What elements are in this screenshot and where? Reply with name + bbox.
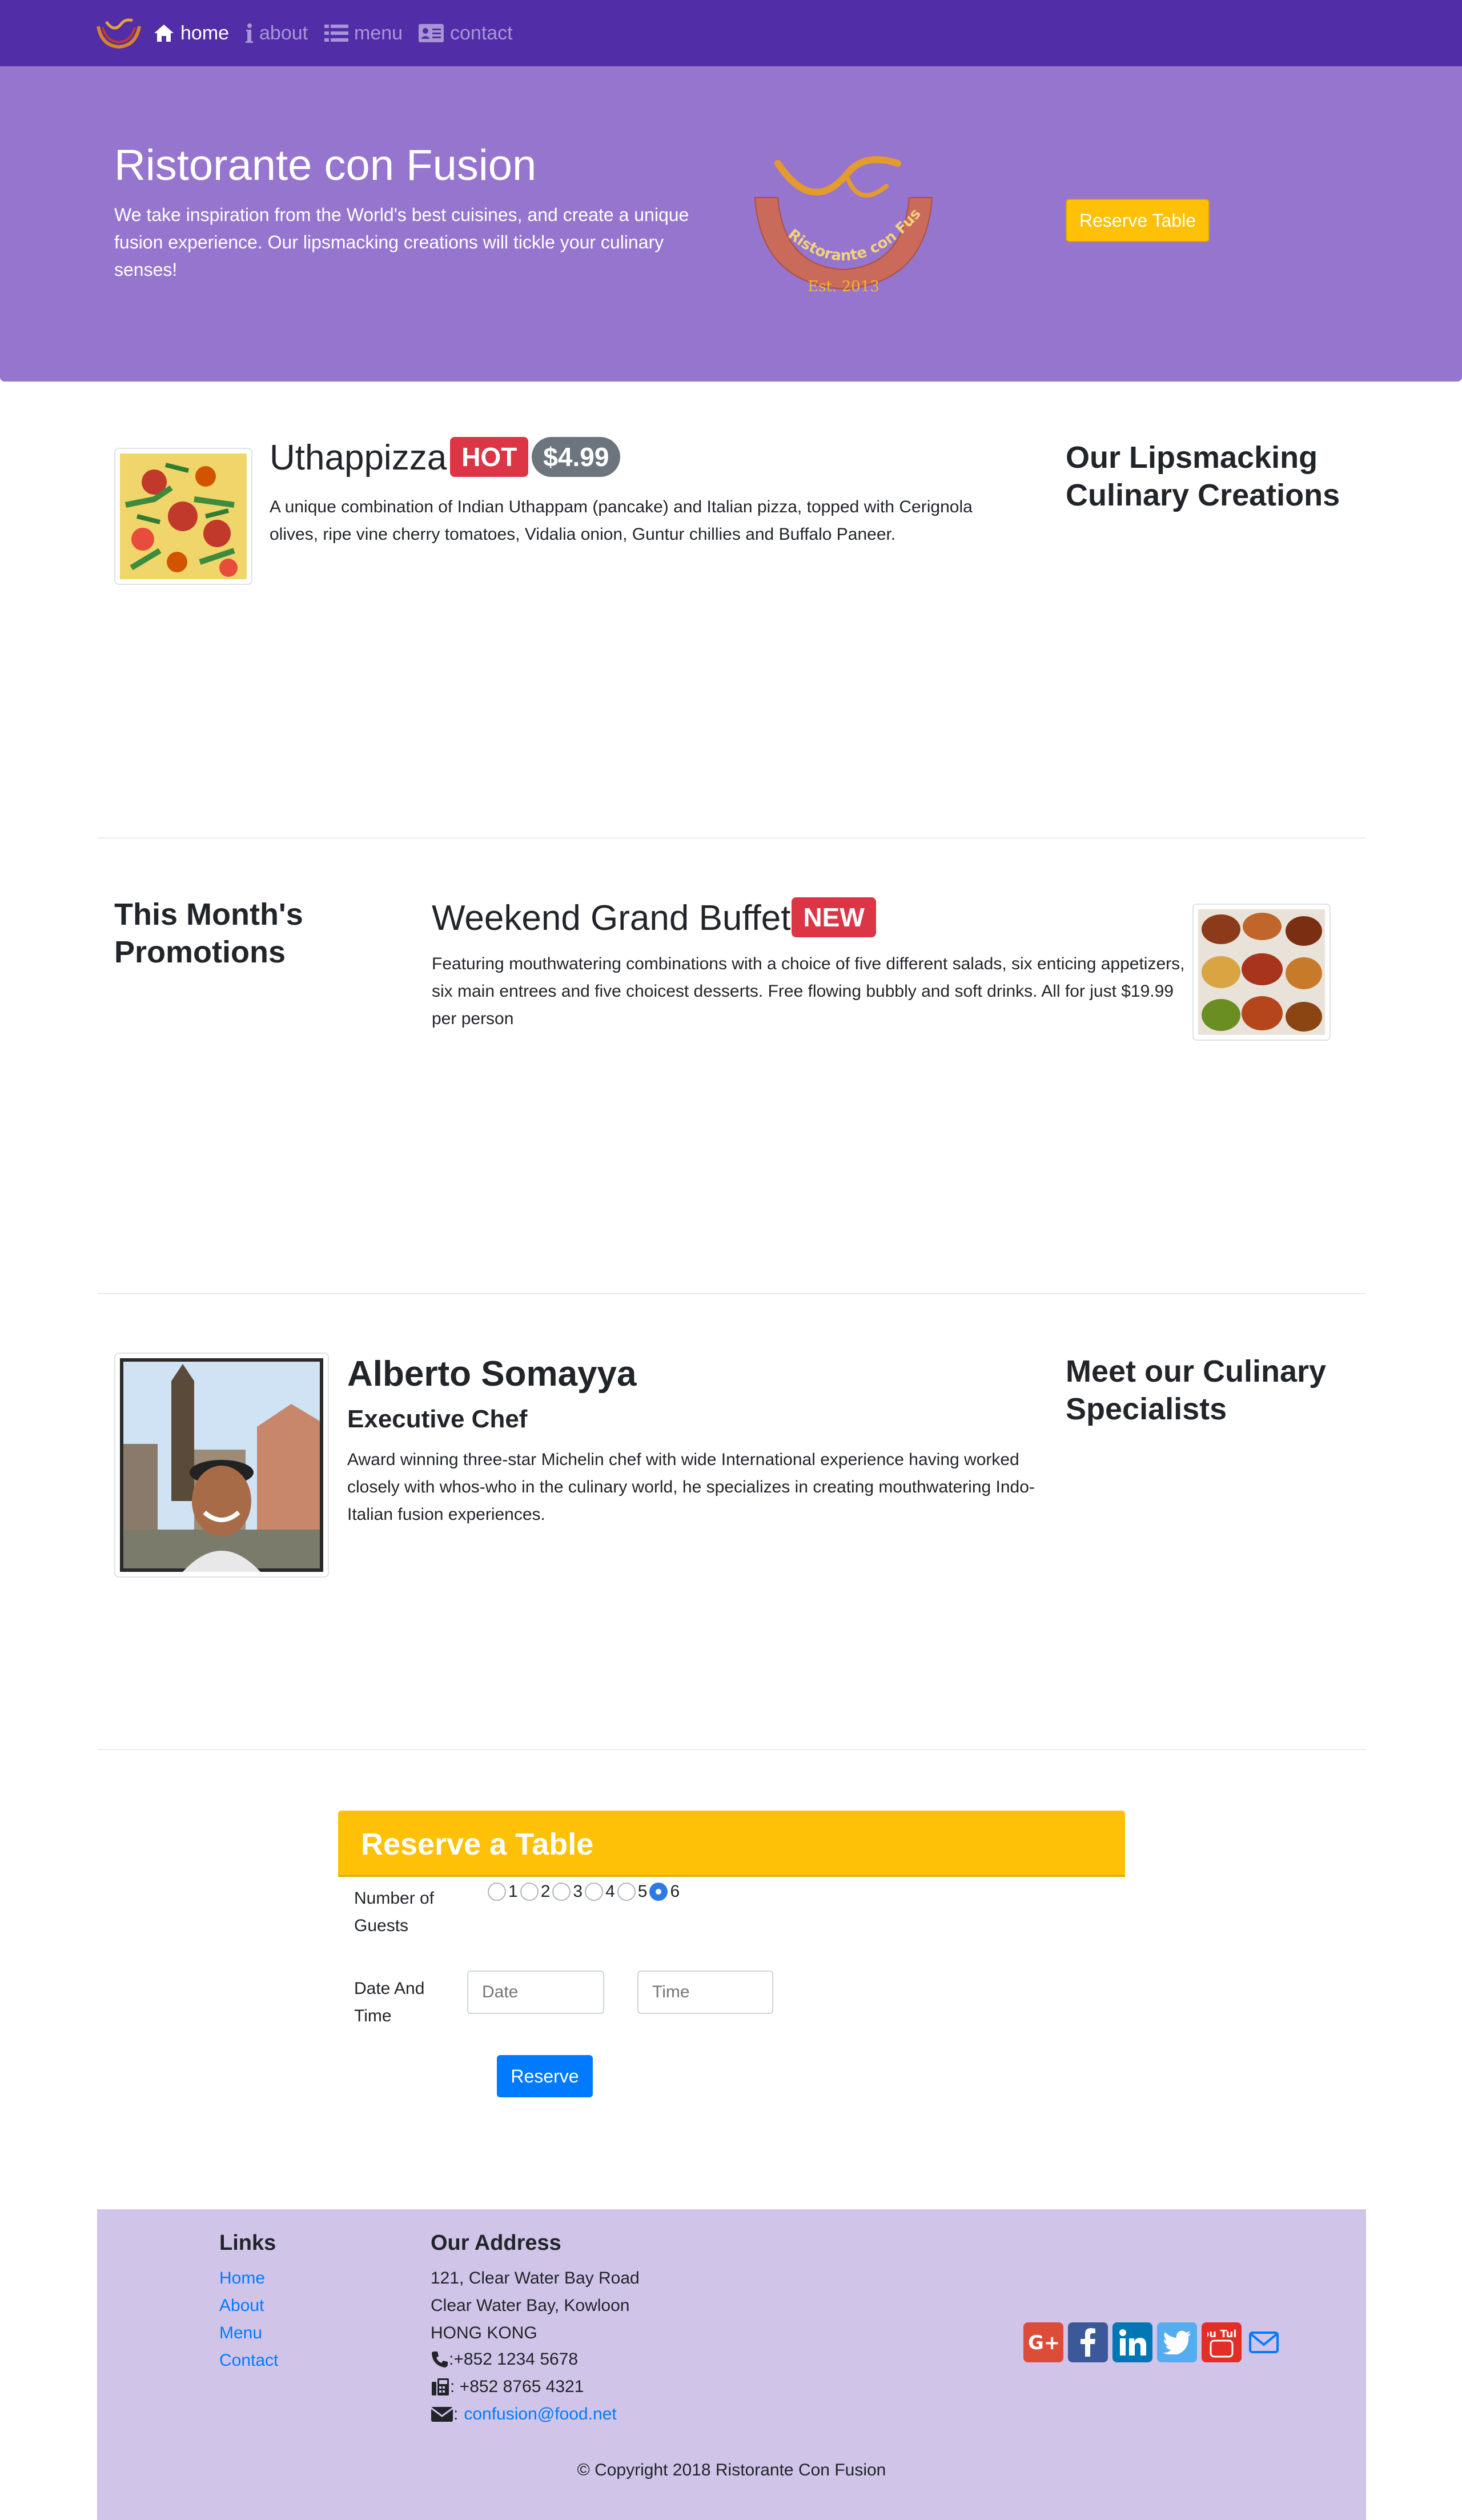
nav-about[interactable]: about — [244, 19, 308, 47]
footer-link-contact[interactable]: Contact — [219, 2351, 278, 2370]
list-icon — [324, 25, 348, 42]
footer-link-home[interactable]: Home — [219, 2269, 265, 2288]
guest-radio-5[interactable] — [617, 1883, 636, 1901]
leader-description: Award winning three-star Michelin chef w… — [347, 1450, 1035, 1524]
dish-image — [114, 448, 252, 585]
logo-icon[interactable] — [95, 16, 143, 51]
new-badge: NEW — [792, 897, 876, 937]
nav-about-label: about — [259, 22, 308, 44]
guest-option-label: 1 — [508, 1882, 518, 1901]
nav-home-label: home — [180, 22, 230, 44]
guest-option-label: 6 — [670, 1882, 680, 1901]
leader-name: Alberto Somayya — [347, 1354, 637, 1394]
promotion-name: Weekend Grand Buffet — [432, 898, 791, 938]
dish-section-heading: Our Lipsmacking Culinary Creations — [1066, 440, 1340, 512]
jumbotron: Ristorante con Fusion We take inspiratio… — [0, 66, 1462, 382]
date-input[interactable] — [467, 1971, 604, 2014]
fax-icon — [432, 2378, 449, 2395]
guest-option-label: 3 — [573, 1882, 583, 1901]
footer-links-heading: Links — [219, 2231, 276, 2255]
address-line-1: 121, Clear Water Bay Road — [431, 2269, 640, 2288]
chef-photo — [120, 1358, 323, 1572]
buffet-image — [1198, 909, 1325, 1035]
restaurant-logo: Ristorante con Fusion Est. 2013 — [744, 152, 933, 295]
nav-contact[interactable]: contact — [418, 19, 513, 47]
leader-section-heading: Meet our Culinary Specialists — [1066, 1354, 1327, 1426]
envelope-icon[interactable] — [1246, 2322, 1282, 2362]
nav-contact-label: contact — [450, 22, 513, 44]
footer-link-menu[interactable]: Menu — [219, 2324, 262, 2343]
dish-description: A unique combination of Indian Uthappam … — [270, 497, 973, 544]
dish-title: Uthappizza HOT $4.99 — [270, 436, 621, 480]
section-divider — [97, 1749, 1366, 1750]
nav-home[interactable]: home — [153, 19, 229, 47]
section-divider — [97, 837, 1366, 838]
footer: Links Home About Menu Contact Our Addres… — [97, 2209, 1366, 2520]
address-line-2: Clear Water Bay, Kowloon — [431, 2296, 630, 2315]
phone-icon — [432, 2352, 448, 2367]
promotion-section-heading: This Month's Promotions — [114, 897, 303, 969]
price-badge: $4.99 — [532, 436, 621, 477]
dish-name: Uthappizza — [270, 438, 447, 477]
linkedin-icon[interactable] — [1112, 2322, 1152, 2362]
nav-menu[interactable]: menu — [324, 19, 403, 47]
copyright: © Copyright 2018 Ristorante Con Fusion — [577, 2461, 886, 2479]
footer-link-about[interactable]: About — [219, 2296, 264, 2316]
reserve-table-button[interactable]: Reserve Table — [1066, 199, 1210, 242]
svg-text:G+: G+ — [1028, 2332, 1060, 2354]
google-plus-icon[interactable]: G+ — [1023, 2322, 1063, 2362]
site-title: Ristorante con Fusion — [114, 141, 537, 190]
phone-number: :+852 1234 5678 — [449, 2350, 579, 2369]
section-divider — [97, 1293, 1366, 1294]
facebook-icon[interactable] — [1068, 2322, 1108, 2362]
guest-radio-1[interactable] — [488, 1883, 506, 1901]
reserve-title: Reserve a Table — [361, 1827, 594, 1861]
youtube-icon[interactable]: You Tube — [1202, 2322, 1242, 2362]
time-input[interactable] — [637, 1971, 773, 2014]
hot-badge: HOT — [450, 436, 529, 477]
youtube-label: You Tube — [1207, 2328, 1236, 2340]
address-card-icon — [419, 24, 444, 42]
promotion-description: Featuring mouthwatering combinations wit… — [432, 954, 1185, 1028]
promotion-title: Weekend Grand Buffet NEW — [432, 897, 876, 941]
guest-option-label: 2 — [540, 1882, 551, 1901]
reserve-submit-button[interactable]: Reserve — [497, 2055, 593, 2097]
leader-image — [114, 1353, 329, 1578]
email-link[interactable]: confusion@food.net — [464, 2405, 616, 2424]
leader-designation: Executive Chef — [347, 1405, 528, 1433]
reserve-card-header: Reserve a Table — [338, 1811, 1125, 1877]
fax-number: : +852 8765 4321 — [450, 2377, 584, 2396]
twitter-icon[interactable] — [1157, 2322, 1197, 2362]
navbar: home about menu contact — [0, 0, 1462, 66]
fax-line: : +852 8765 4321 — [431, 2377, 584, 2397]
social-links: G+ You Tube — [1023, 2322, 1286, 2362]
promotion-image — [1192, 904, 1331, 1041]
phone-line: :+852 1234 5678 — [431, 2350, 578, 2369]
guest-radio-2[interactable] — [520, 1883, 539, 1901]
datetime-label: Date And Time — [354, 1979, 425, 2025]
guest-radio-6[interactable] — [649, 1883, 668, 1901]
pizza-image — [120, 454, 247, 579]
info-icon — [246, 23, 253, 43]
home-icon — [154, 25, 174, 42]
email-prefix: : — [453, 2405, 459, 2423]
email-line: : confusion@food.net — [431, 2405, 617, 2424]
logo-est: Est. 2013 — [808, 278, 879, 295]
guests-label: Number of Guests — [354, 1889, 435, 1935]
guest-radio-3[interactable] — [552, 1883, 571, 1901]
guest-option-label: 4 — [605, 1882, 615, 1901]
guests-radio-group: 1 2 3 4 5 6 — [488, 1881, 682, 1902]
address-line-3: HONG KONG — [431, 2324, 537, 2342]
footer-address-heading: Our Address — [431, 2231, 561, 2255]
nav-menu-label: menu — [354, 22, 403, 44]
envelope-icon — [431, 2407, 453, 2422]
site-intro: We take inspiration from the World's bes… — [114, 204, 689, 280]
guest-radio-4[interactable] — [585, 1883, 604, 1901]
guest-option-label: 5 — [637, 1882, 648, 1901]
